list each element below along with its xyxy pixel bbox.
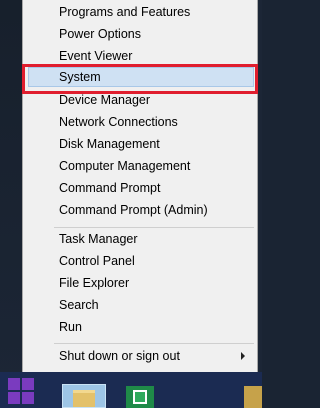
menu-item-programs-and-features[interactable]: Programs and Features [28, 2, 254, 22]
windows-start-icon[interactable] [8, 378, 36, 406]
menu-item-control-panel[interactable]: Control Panel [28, 251, 254, 271]
app-icon[interactable] [244, 386, 262, 408]
desktop-background-right [258, 0, 262, 408]
menu-item-disk-management[interactable]: Disk Management [28, 134, 254, 154]
file-explorer-icon[interactable] [62, 384, 106, 408]
menu-separator [54, 343, 254, 344]
menu-item-file-explorer[interactable]: File Explorer [28, 273, 254, 293]
menu-item-computer-management[interactable]: Computer Management [28, 156, 254, 176]
win-x-context-menu: Programs and Features Power Options Even… [22, 0, 258, 391]
annotation-highlight-box [22, 64, 258, 94]
menu-item-task-manager[interactable]: Task Manager [28, 229, 254, 249]
menu-item-shut-down-or-sign-out[interactable]: Shut down or sign out [28, 346, 254, 366]
menu-item-command-prompt[interactable]: Command Prompt [28, 178, 254, 198]
menu-item-event-viewer[interactable]: Event Viewer [28, 46, 254, 66]
menu-separator [54, 227, 254, 228]
menu-item-label: Shut down or sign out [59, 349, 180, 363]
menu-item-power-options[interactable]: Power Options [28, 24, 254, 44]
menu-item-network-connections[interactable]: Network Connections [28, 112, 254, 132]
desktop-background [0, 0, 22, 408]
menu-item-search[interactable]: Search [28, 295, 254, 315]
excel-icon[interactable] [126, 386, 154, 408]
menu-item-command-prompt-admin[interactable]: Command Prompt (Admin) [28, 200, 254, 220]
menu-item-run[interactable]: Run [28, 317, 254, 337]
submenu-arrow-icon [241, 352, 245, 360]
